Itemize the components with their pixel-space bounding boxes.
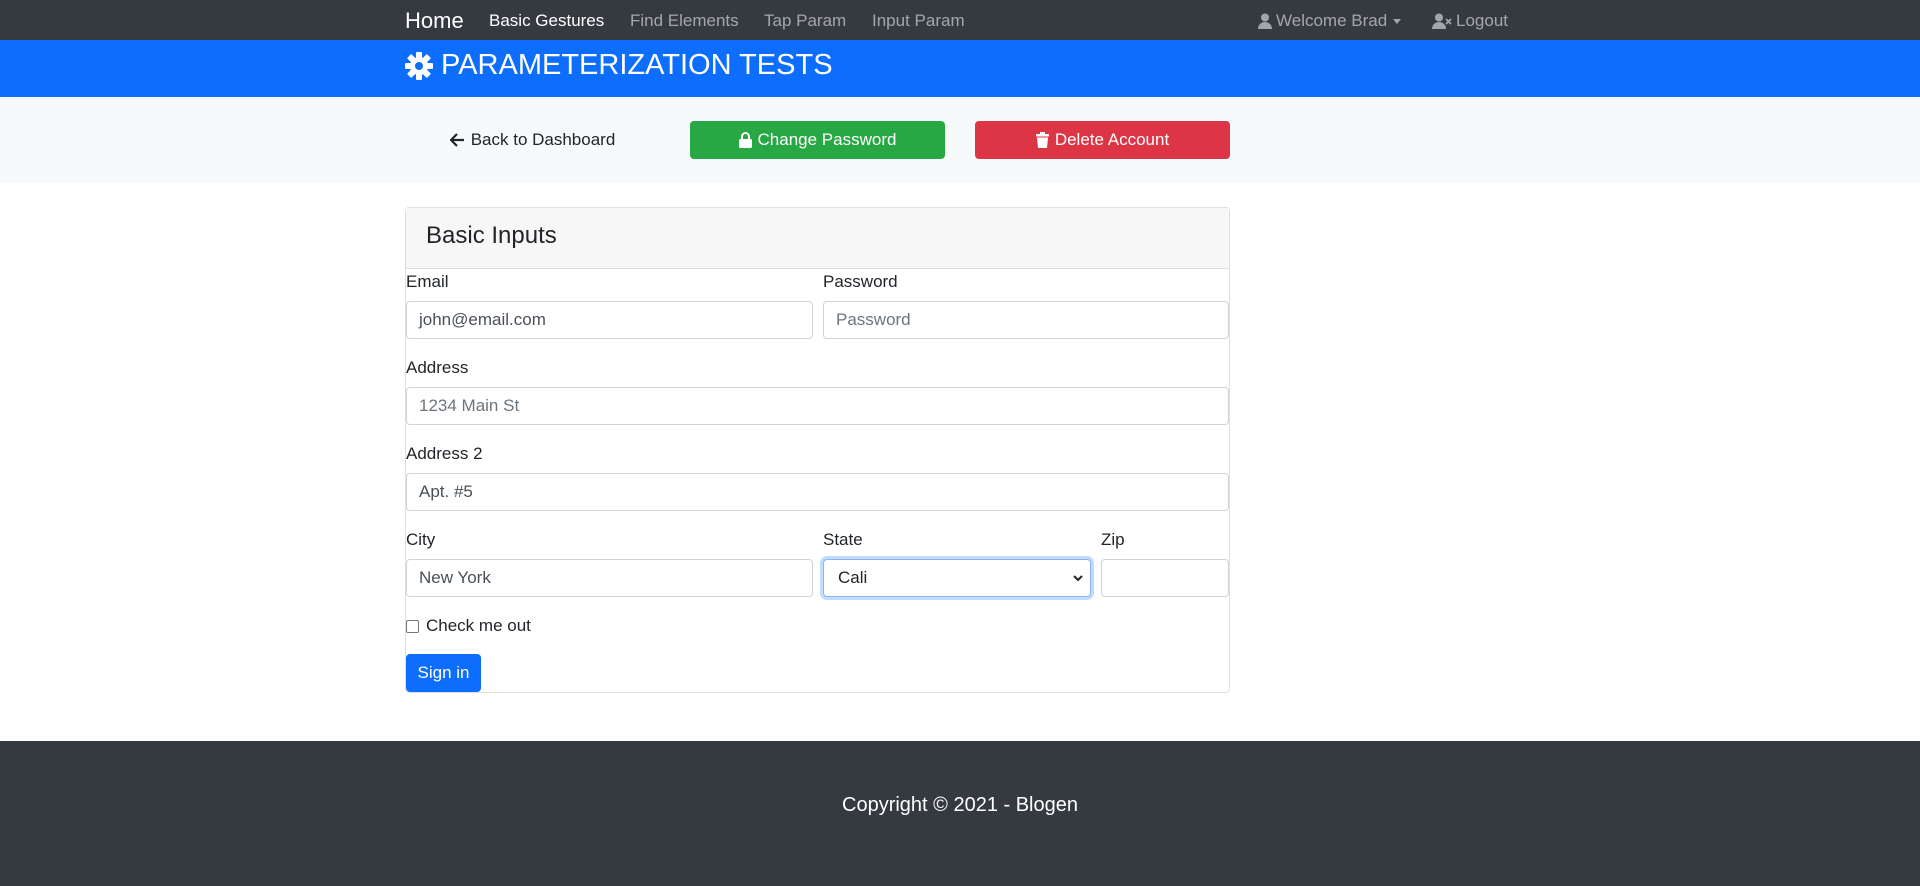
trash-icon (1035, 132, 1049, 148)
address2-field[interactable]: Apt. #5 (406, 473, 1229, 511)
sign-in-button[interactable]: Sign in (406, 654, 481, 692)
arrow-left-icon (449, 133, 464, 147)
city-label: City (406, 530, 436, 549)
caret-down-icon (1393, 19, 1402, 24)
footer: Copyright © 2021 - Blogen (0, 741, 1920, 886)
user-menu-dropdown[interactable]: Welcome Brad (1258, 11, 1403, 31)
page-header: PARAMETERIZATION TESTS (0, 40, 1920, 97)
back-to-dashboard-label: Back to Dashboard (470, 130, 616, 149)
gear-icon (405, 51, 433, 80)
user-times-icon (1432, 13, 1452, 29)
delete-account-button[interactable]: Delete Account (975, 121, 1230, 159)
logout-link[interactable]: Logout (1432, 11, 1508, 31)
email-field[interactable]: john@email.com (406, 301, 813, 339)
zip-field[interactable] (1101, 559, 1229, 597)
state-select-value: Cali (838, 568, 868, 587)
check-me-out-label[interactable]: Check me out (426, 616, 531, 636)
page-title: PARAMETERIZATION TESTS (405, 49, 833, 82)
address2-label: Address 2 (406, 444, 483, 463)
email-label: Email (406, 272, 449, 291)
card-title: Basic Inputs (406, 208, 1229, 269)
state-select[interactable]: Cali (823, 559, 1091, 597)
delete-account-label: Delete Account (1054, 130, 1170, 149)
address-label: Address (406, 358, 469, 377)
check-me-out-checkbox[interactable] (406, 620, 419, 633)
lock-icon (738, 132, 752, 148)
change-password-label: Change Password (757, 130, 897, 149)
action-bar: Back to Dashboard Change Password Delete… (0, 97, 1920, 183)
user-icon (1258, 13, 1272, 29)
user-menu-label: Welcome Brad (1276, 11, 1388, 30)
logout-label: Logout (1456, 11, 1508, 30)
nav-link-basic-gestures[interactable]: Basic Gestures (489, 11, 604, 31)
city-field[interactable]: New York (406, 559, 813, 597)
password-label: Password (823, 272, 898, 291)
copyright-text: Copyright © 2021 - Blogen (842, 794, 1078, 816)
address-field[interactable]: 1234 Main St (406, 387, 1229, 425)
state-label: State (823, 530, 863, 549)
back-to-dashboard-button[interactable]: Back to Dashboard (405, 121, 660, 159)
top-navbar: Home Basic Gestures Find Elements Tap Pa… (0, 0, 1920, 40)
nav-link-tap-param[interactable]: Tap Param (764, 11, 846, 31)
change-password-button[interactable]: Change Password (690, 121, 945, 159)
nav-link-find-elements[interactable]: Find Elements (630, 11, 739, 31)
password-field[interactable]: Password (823, 301, 1229, 339)
page-title-text: PARAMETERIZATION TESTS (441, 49, 833, 81)
chevron-down-icon (1073, 575, 1083, 582)
nav-link-input-param[interactable]: Input Param (872, 11, 965, 31)
nav-brand-home[interactable]: Home (405, 8, 464, 34)
basic-inputs-card: Basic Inputs Email john@email.com Passwo… (405, 207, 1230, 693)
zip-label: Zip (1101, 530, 1125, 549)
